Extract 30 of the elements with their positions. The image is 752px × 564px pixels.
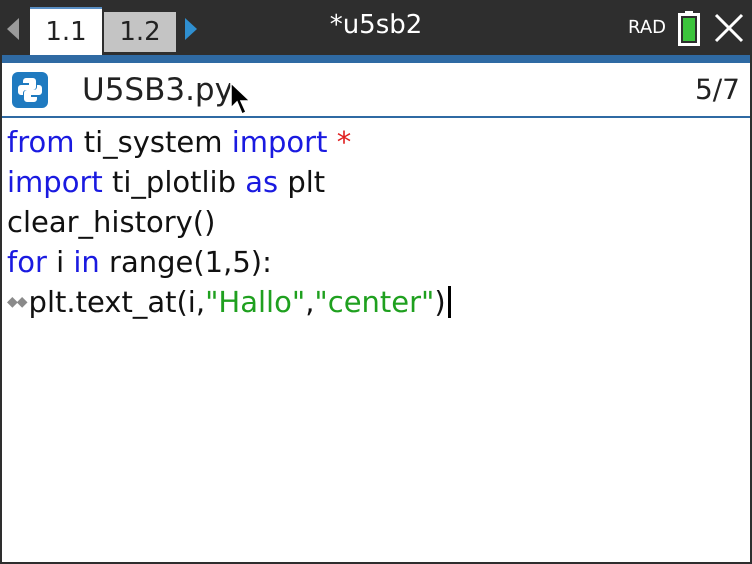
left-arrow-icon[interactable] [6,16,20,40]
document-title: *u5sb2 [330,10,422,40]
file-name: U5SB3.py [82,72,233,108]
python-logo-icon [12,72,48,108]
code-text: plt.text_at(i, [28,285,206,319]
string-text: "Hallo" [205,285,306,319]
indent-marks: ◆◆ [7,294,27,310]
code-text: plt [286,165,326,199]
keyword-text: import [232,125,328,159]
angle-mode-label: RAD [628,17,666,38]
keyword-text: from [7,125,74,159]
battery-icon [678,10,700,46]
close-icon[interactable] [714,12,744,42]
code-text: clear_history() [7,205,216,239]
page-tab[interactable]: 1.1 [30,7,102,55]
code-text: range(1,5): [108,245,272,279]
page-tab[interactable]: 1.2 [104,12,176,52]
code-text: ti_system [82,125,224,159]
code-text: ti_plotlib [110,165,238,199]
string-text: "center" [314,285,434,319]
right-arrow-icon[interactable] [184,16,198,40]
code-text: ) [434,285,446,319]
line-position: 5/7 [694,73,740,106]
operator-text: * [336,125,352,159]
keyword-text: for [7,245,47,279]
code-text: i [55,245,66,279]
keyword-text: import [7,165,103,199]
keyword-text: as [245,165,278,199]
keyword-text: in [73,245,100,279]
code-text: , [305,285,314,319]
